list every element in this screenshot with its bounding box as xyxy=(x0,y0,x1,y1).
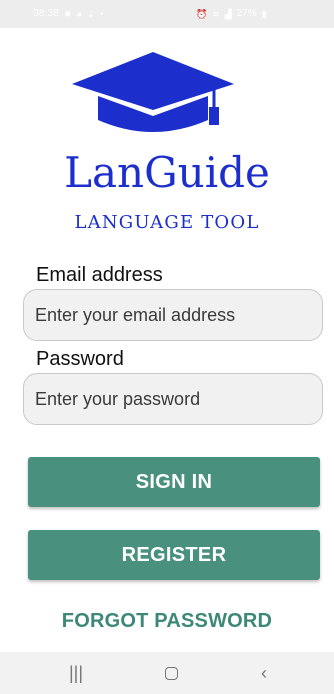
download-icon: ⇣ xyxy=(87,8,96,19)
email-label: Email address xyxy=(36,264,163,286)
forgot-password-link[interactable]: FORGOT PASSWORD xyxy=(0,607,334,635)
register-button[interactable]: REGISTER xyxy=(28,530,320,580)
email-input[interactable] xyxy=(23,289,323,341)
app-title: LanGuide xyxy=(64,148,270,197)
status-left-group: 08:38 ✹ ● ⇣ • xyxy=(33,8,104,19)
battery-icon: ▮ xyxy=(261,8,267,19)
recent-apps-icon[interactable]: ||| xyxy=(46,652,106,694)
alarm-icon: ⏰ xyxy=(196,8,208,19)
recent-apps-glyph: ||| xyxy=(68,662,84,683)
password-input[interactable] xyxy=(23,373,323,425)
status-right-group: ⏰ ≋ ▟ 27% ▮ xyxy=(196,8,267,19)
sign-in-button[interactable]: SIGN IN xyxy=(28,457,320,507)
home-icon[interactable] xyxy=(141,652,201,694)
home-glyph xyxy=(164,666,178,680)
app-subtitle: LANGUAGE TOOL xyxy=(74,212,260,233)
status-extra-dot: • xyxy=(100,8,104,19)
back-glyph: ‹ xyxy=(261,662,267,683)
signal-icon: ▟ xyxy=(224,8,232,19)
status-time: 08:38 xyxy=(33,8,60,19)
system-nav-bar: ||| ‹ xyxy=(0,652,334,694)
graduation-cap-icon xyxy=(72,52,234,132)
wifi-icon: ≋ xyxy=(212,8,220,19)
back-icon[interactable]: ‹ xyxy=(234,652,294,694)
settings-gear-icon: ✹ xyxy=(64,8,72,19)
battery-percentage: 27% xyxy=(236,8,257,19)
message-icon: ● xyxy=(76,8,83,19)
password-label: Password xyxy=(36,348,124,370)
status-bar: 08:38 ✹ ● ⇣ • ⏰ ≋ ▟ 27% ▮ xyxy=(0,0,334,28)
